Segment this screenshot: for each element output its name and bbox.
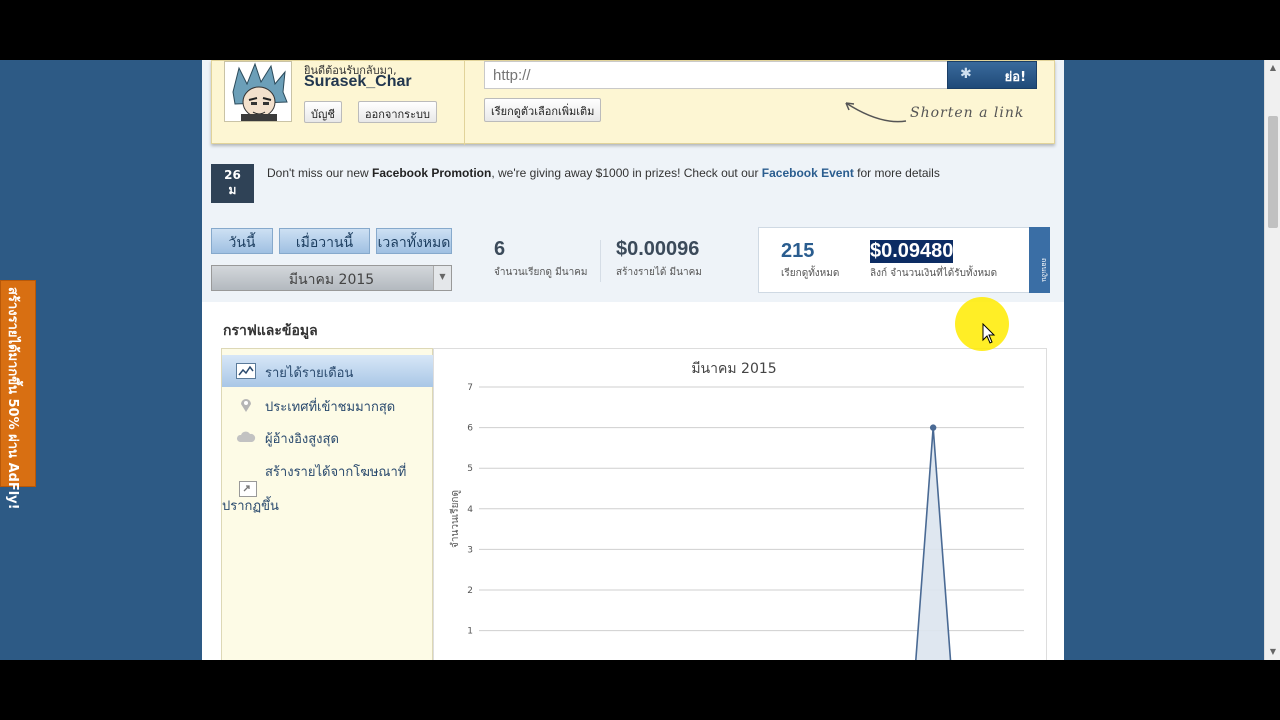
- withdraw-tab[interactable]: ถอนเงิน: [1029, 227, 1050, 293]
- chart-title: มีนาคม 2015: [691, 361, 777, 377]
- shorten-button-label: ย่อ!: [1004, 70, 1026, 85]
- month-select[interactable]: มีนาคม 2015 ▼: [211, 265, 452, 291]
- total-earnings-value: $0.09480: [870, 240, 954, 263]
- y-axis-label: จำนวนเรียกดู: [449, 490, 461, 548]
- map-pin-icon: [241, 399, 251, 412]
- total-clicks-value: 215: [781, 240, 815, 262]
- menu-item-top-referrers[interactable]: ผู้อ้างอิงสูงสุด: [222, 421, 434, 453]
- menu-item-top-countries[interactable]: ประเทศที่เข้าชมมากสุด: [222, 389, 434, 421]
- browser-viewport: สร้างรายได้มากขึ้น 50% ผ่าน AdFly! ยินดี…: [0, 60, 1280, 660]
- card-divider: [464, 61, 465, 145]
- line-chart-icon: [236, 363, 256, 379]
- monthly-chart: 1 2 3 4 5 6 7 จำนวนเรียกดู: [449, 383, 1024, 660]
- scroll-up-icon[interactable]: ▲: [1265, 60, 1280, 76]
- month-clicks-label: จำนวนเรียกดู มีนาคม: [494, 267, 588, 278]
- spark-icon: ✱: [960, 66, 972, 82]
- mouse-pointer-icon: [982, 323, 996, 344]
- stat-divider: [600, 240, 601, 282]
- y-tick-label: 3: [467, 545, 473, 555]
- y-tick-label: 2: [467, 586, 473, 596]
- vertical-scrollbar[interactable]: ▲ ▼: [1264, 60, 1280, 660]
- logout-button[interactable]: ออกจากระบบ: [358, 101, 437, 123]
- menu-item-label: รายได้รายเดือน: [265, 366, 354, 381]
- promo-text-part: Don't miss our new: [267, 166, 372, 180]
- promo-text-part: for more details: [853, 166, 940, 180]
- menu-item-label: ประเทศที่เข้าชมมากสุด: [265, 400, 396, 415]
- stats-strip: วันนี้ เมื่อวานนี้ เวลาทั้งหมด มีนาคม 20…: [202, 220, 1064, 302]
- menu-item-label: สร้างรายได้จากโฆษณาที่: [265, 465, 407, 480]
- promo-text: Don't miss our new Facebook Promotion, w…: [267, 166, 940, 180]
- cloud-icon: [236, 431, 256, 442]
- promo-date-badge: 26 ม: [211, 164, 254, 203]
- chevron-down-icon[interactable]: ▼: [433, 266, 451, 290]
- month-clicks-value: 6: [494, 238, 506, 260]
- menu-item-label: ผู้อ้างอิงสูงสุด: [265, 432, 339, 447]
- total-clicks-label: เรียกดูทั้งหมด: [781, 268, 840, 279]
- shorten-button[interactable]: ✱ ย่อ!: [947, 61, 1037, 89]
- total-earnings-label: ลิงก์ จำนวนเงินที่ได้รับทั้งหมด: [870, 268, 998, 279]
- scroll-down-icon[interactable]: ▼: [1265, 644, 1280, 660]
- username: Surasek_Char: [304, 73, 412, 90]
- month-earnings-value: $0.00096: [616, 238, 700, 260]
- adfly-promo-tab[interactable]: สร้างรายได้มากขึ้น 50% ผ่าน AdFly!: [0, 280, 36, 510]
- menu-item-label: ปรากฏขึ้น: [222, 499, 279, 514]
- url-input[interactable]: [484, 61, 948, 89]
- promo-day: 26: [224, 168, 241, 182]
- scroll-thumb[interactable]: [1268, 116, 1278, 228]
- dashboard-page: ยินดีต้อนรับกลับมา, Surasek_Char บัญชี อ…: [202, 60, 1064, 660]
- month-select-value: มีนาคม 2015: [288, 272, 375, 288]
- y-tick-label: 7: [467, 383, 473, 393]
- promo-text-part: , we're giving away $1000 in prizes! Che…: [491, 166, 762, 180]
- facebook-event-link[interactable]: Facebook Event: [762, 166, 854, 180]
- totals-box: 215 เรียกดูทั้งหมด $0.09480 ลิงก์ จำนวนเ…: [758, 227, 1050, 293]
- data-point: [929, 424, 937, 431]
- menu-item-monthly-earnings[interactable]: รายได้รายเดือน: [222, 355, 442, 387]
- avatar[interactable]: [224, 61, 292, 122]
- user-card: ยินดีต้อนรับกลับมา, Surasek_Char บัญชี อ…: [211, 60, 1055, 145]
- more-options-button[interactable]: เรียกดูตัวเลือกเพิ่มเติม: [484, 98, 602, 122]
- facebook-promotion-label: Facebook Promotion: [372, 166, 492, 180]
- section-title: กราฟและข้อมูล: [223, 323, 318, 339]
- chart-menu: รายได้รายเดือน ประเทศที่เข้าชมมากสุด ผู้…: [221, 348, 442, 660]
- month-earnings-label: สร้างรายได้ มีนาคม: [616, 267, 702, 278]
- shorten-hint: Shorten a link: [910, 105, 1025, 121]
- promo-month: ม: [228, 183, 237, 197]
- y-tick-label: 6: [467, 424, 473, 434]
- filter-yesterday-button[interactable]: เมื่อวานนี้: [279, 228, 370, 254]
- y-tick-label: 5: [467, 464, 473, 474]
- account-button[interactable]: บัญชี: [304, 101, 342, 123]
- filter-all-time-button[interactable]: เวลาทั้งหมด: [376, 228, 452, 254]
- y-tick-label: 1: [467, 627, 473, 637]
- curved-arrow-icon: [845, 102, 907, 123]
- chart-panel: มีนาคม 2015 1 2 3 4 5 6 7 จำนวนเรียกดู: [433, 348, 1047, 660]
- menu-item-popup-ads[interactable]: สร้างรายได้จากโฆษณาที่ ปรากฏขึ้น: [222, 455, 434, 515]
- filter-today-button[interactable]: วันนี้: [211, 228, 273, 254]
- adfly-promo-label: สร้างรายได้มากขึ้น 50% ผ่าน AdFly!: [5, 287, 20, 510]
- y-tick-label: 4: [467, 505, 473, 515]
